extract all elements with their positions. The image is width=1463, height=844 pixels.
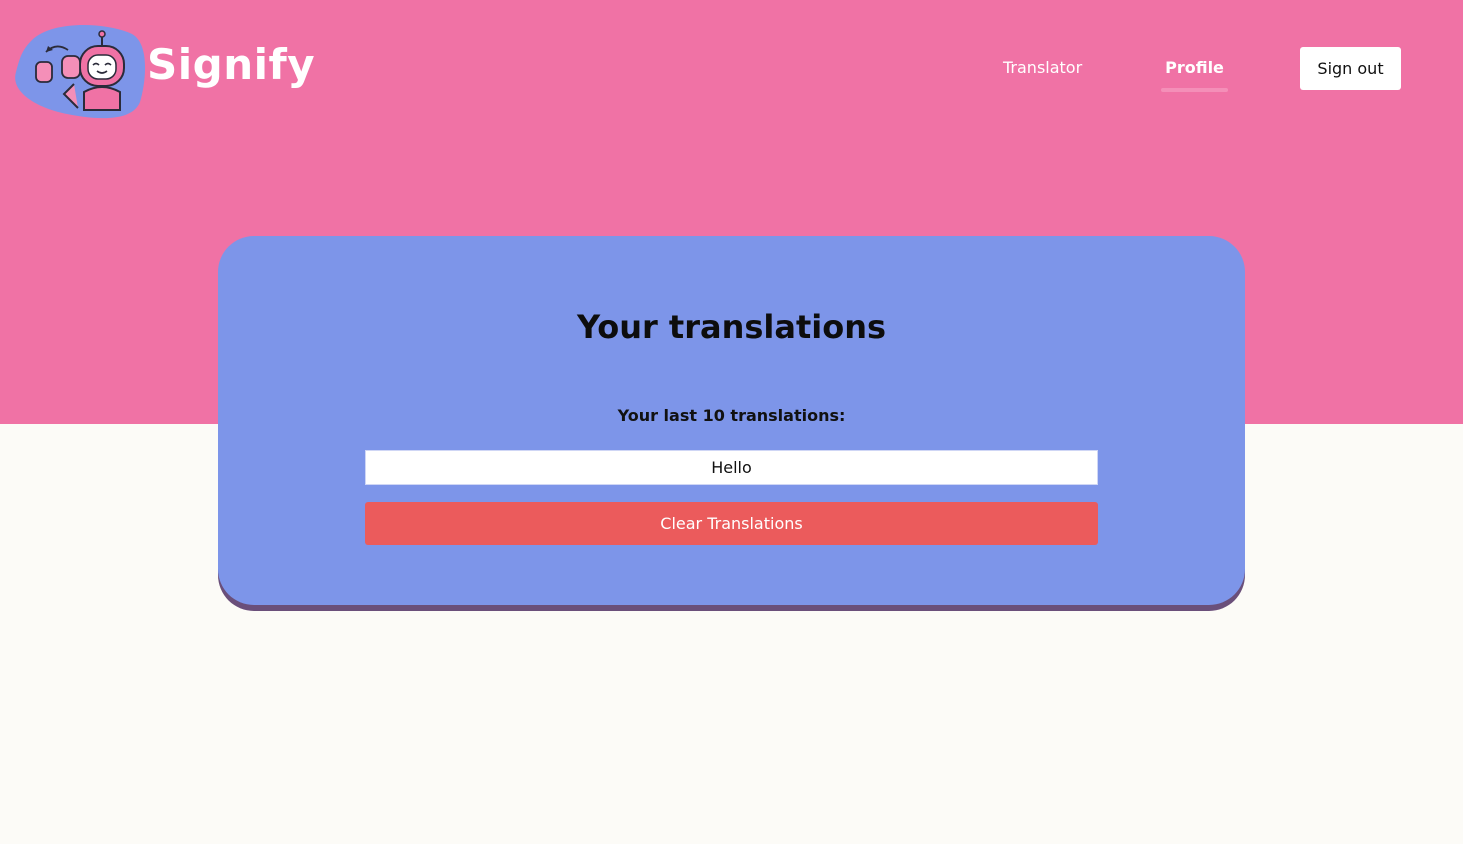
navbar: Signify Translator Profile Sign out xyxy=(0,0,1463,140)
translations-subtitle: Your last 10 translations: xyxy=(617,406,846,425)
page-title: Your translations xyxy=(576,308,887,346)
brand-logo[interactable]: Signify xyxy=(12,22,316,122)
brand-name: Signify xyxy=(147,40,316,89)
active-nav-indicator xyxy=(1161,88,1228,92)
translations-card: Your translations Your last 10 translati… xyxy=(218,236,1245,605)
nav-link-profile[interactable]: Profile xyxy=(1161,58,1228,77)
clear-translations-button[interactable]: Clear Translations xyxy=(365,502,1098,545)
robot-signing-icon xyxy=(15,24,146,119)
sign-out-button[interactable]: Sign out xyxy=(1300,47,1401,90)
nav-link-translator[interactable]: Translator xyxy=(1003,58,1082,77)
translation-list-item: Hello xyxy=(365,450,1098,485)
